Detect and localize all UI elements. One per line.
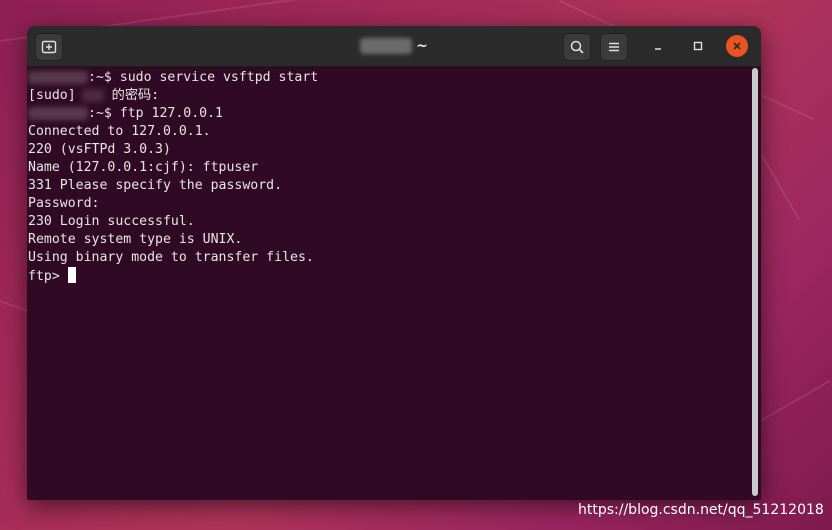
terminal-line: 220 (vsFTPd 3.0.3) (28, 142, 171, 157)
redacted-username (81, 88, 104, 102)
wallpaper-line (758, 150, 800, 221)
terminal-output[interactable]: :~$ sudo service vsftpd start [sudo] 的密码:… (27, 67, 761, 500)
sudo-prefix: [sudo] (28, 88, 76, 103)
ftp-prompt: ftp> (28, 269, 68, 284)
maximize-icon (693, 41, 703, 51)
terminal-line: Name (127.0.0.1:cjf): ftpuser (28, 160, 259, 175)
redacted-hostname (360, 38, 413, 54)
close-icon (733, 42, 741, 50)
scrollbar[interactable] (752, 68, 758, 496)
maximize-button[interactable] (687, 35, 709, 57)
close-button[interactable] (726, 35, 748, 57)
terminal-line: [sudo] 的密码: (28, 87, 760, 105)
search-icon (570, 40, 584, 54)
terminal-line: Password: (28, 196, 100, 211)
terminal-line: Using binary mode to transfer files. (28, 250, 314, 265)
wallpaper-line (760, 380, 831, 422)
command-text: :~$ sudo service vsftpd start (88, 70, 319, 85)
watermark-text: https://blog.csdn.net/qq_51212018 (578, 502, 824, 518)
terminal-line: Remote system type is UNIX. (28, 232, 243, 247)
terminal-line: :~$ ftp 127.0.0.1 (28, 105, 760, 123)
ftp-prompt-line: ftp> (28, 267, 760, 285)
hamburger-menu-icon (609, 42, 619, 52)
minimize-button[interactable] (647, 35, 669, 57)
redacted-prompt (28, 70, 88, 84)
terminal-window: ~:~$ sudo service vsftpd start [sudo] 的… (27, 26, 761, 500)
text-cursor (67, 267, 76, 283)
window-title-suffix: ~ (416, 38, 428, 54)
search-button[interactable] (563, 33, 591, 61)
password-prompt-text: 的密码: (111, 88, 160, 103)
command-text: :~$ ftp 127.0.0.1 (88, 106, 223, 121)
title-bar: ~ (27, 26, 761, 67)
minimize-icon (655, 48, 661, 50)
terminal-line: 331 Please specify the password. (28, 178, 283, 193)
terminal-line: :~$ sudo service vsftpd start (28, 69, 760, 87)
terminal-line: 230 Login successful. (28, 214, 195, 229)
redacted-prompt (28, 106, 88, 120)
menu-button[interactable] (600, 33, 628, 61)
terminal-line: Connected to 127.0.0.1. (28, 124, 211, 139)
